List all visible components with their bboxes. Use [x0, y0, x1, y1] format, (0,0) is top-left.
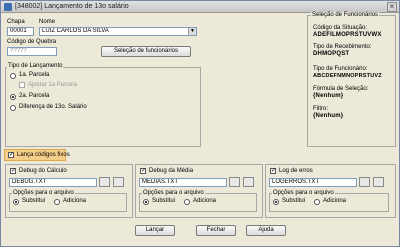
view-eye-icon[interactable]: [373, 177, 384, 187]
debug-media-substitui-label: Substitui: [152, 198, 176, 204]
window-title: [348002] Lançamento de 13o salário: [15, 3, 129, 10]
radio-1a-parcela[interactable]: [10, 73, 16, 79]
tipo-lancamento-label: Tipo de Lançamento: [7, 63, 64, 69]
nome-select[interactable]: LUIZ CARLOS DA SILVA ▼: [39, 27, 197, 36]
log-erros-checkbox[interactable]: ✓: [270, 168, 276, 174]
nome-select-value: LUIZ CARLOS DA SILVA: [42, 28, 109, 34]
radio-diferenca[interactable]: [10, 105, 16, 111]
lanca-codigos-checkbox[interactable]: ✓: [8, 152, 14, 158]
ajustar-1a-parcela-label: Ajustar 1a Parcela: [28, 82, 78, 88]
debug-calculo-label: Debug do Cálculo: [19, 168, 67, 174]
selecao-funcionarios-button[interactable]: Seleção de funcionários: [101, 46, 191, 57]
log-erros-adiciona-label: Adiciona: [323, 198, 347, 204]
log-erros-file-field[interactable]: LOGERROS.TXT: [269, 178, 357, 187]
debug-media-label: Debug da Média: [149, 168, 194, 174]
debug-media-adiciona-label: Adiciona: [193, 198, 217, 204]
folder-icon[interactable]: [359, 177, 370, 187]
debug-media-options-label: Opções para o arquivo: [142, 190, 205, 196]
debug-calculo-options-label: Opções para o arquivo: [12, 190, 75, 196]
chapa-field[interactable]: 00001: [7, 27, 34, 36]
filtro-value: {Nenhum}: [313, 113, 344, 119]
folder-icon[interactable]: [99, 177, 110, 187]
debug-calculo-adiciona-radio[interactable]: [54, 199, 60, 205]
debug-calculo-checkbox[interactable]: ✓: [10, 168, 16, 174]
debug-calculo-substitui-radio[interactable]: [13, 199, 19, 205]
radio-2a-parcela-label: 2a. Parcela: [19, 93, 50, 99]
log-erros-substitui-radio[interactable]: [273, 199, 279, 205]
nome-label: Nome: [39, 19, 56, 25]
radio-diferenca-label: Diferença de 13o. Salário: [19, 104, 87, 110]
formula-value: {Nenhum}: [313, 93, 344, 99]
debug-media-adiciona-radio[interactable]: [184, 199, 190, 205]
lanca-codigos-label: Lança códigos fixos: [17, 152, 70, 158]
selecao-panel-title: Seleção de Funcionários: [311, 12, 380, 18]
quebra-field[interactable]: ?????: [7, 47, 57, 56]
dialog-window: [348002] Lançamento de 13o salário × Cha…: [0, 0, 400, 247]
folder-icon[interactable]: [229, 177, 240, 187]
log-erros-label: Log de erros: [279, 168, 313, 174]
debug-calculo-adiciona-label: Adiciona: [63, 198, 87, 204]
app-icon: [4, 3, 12, 11]
formula-label: Fórmula de Seleção:: [313, 86, 369, 92]
debug-calculo-file-field[interactable]: DEBUG.TXT: [9, 178, 97, 187]
situacao-value: ADEFILMOPRSTUVWX: [313, 32, 382, 38]
close-button[interactable]: ×: [387, 2, 397, 12]
recebimento-value: DHMOPQST: [313, 51, 350, 57]
quebra-label: Código de Quebra: [7, 39, 57, 45]
log-erros-adiciona-radio[interactable]: [314, 199, 320, 205]
log-erros-substitui-label: Substitui: [282, 198, 306, 204]
radio-1a-parcela-label: 1a. Parcela: [19, 72, 50, 78]
radio-2a-parcela[interactable]: [10, 94, 16, 100]
recebimento-label: Tipo de Recebimento:: [313, 44, 372, 50]
log-erros-options-label: Opções para o arquivo: [272, 190, 335, 196]
ajustar-1a-parcela-checkbox[interactable]: [19, 82, 25, 88]
debug-media-file-field[interactable]: MEDIAS.TXT: [139, 178, 227, 187]
fechar-button[interactable]: Fechar: [196, 225, 236, 236]
chevron-down-icon[interactable]: ▼: [188, 28, 196, 35]
debug-media-substitui-radio[interactable]: [143, 199, 149, 205]
debug-media-checkbox[interactable]: ✓: [140, 168, 146, 174]
view-eye-icon[interactable]: [243, 177, 254, 187]
view-eye-icon[interactable]: [113, 177, 124, 187]
situacao-label: Código da Situação:: [313, 25, 368, 31]
funcionario-value: ABCDEFNMNOPRSTUVZ: [313, 73, 382, 79]
chapa-label: Chapa: [7, 19, 25, 25]
filtro-label: Filtro:: [313, 106, 328, 112]
lancar-button[interactable]: Lançar: [135, 225, 175, 236]
ajuda-button[interactable]: Ajuda: [246, 225, 286, 236]
debug-calculo-substitui-label: Substitui: [22, 198, 46, 204]
funcionario-label: Tipo de Funcionário:: [313, 66, 368, 72]
